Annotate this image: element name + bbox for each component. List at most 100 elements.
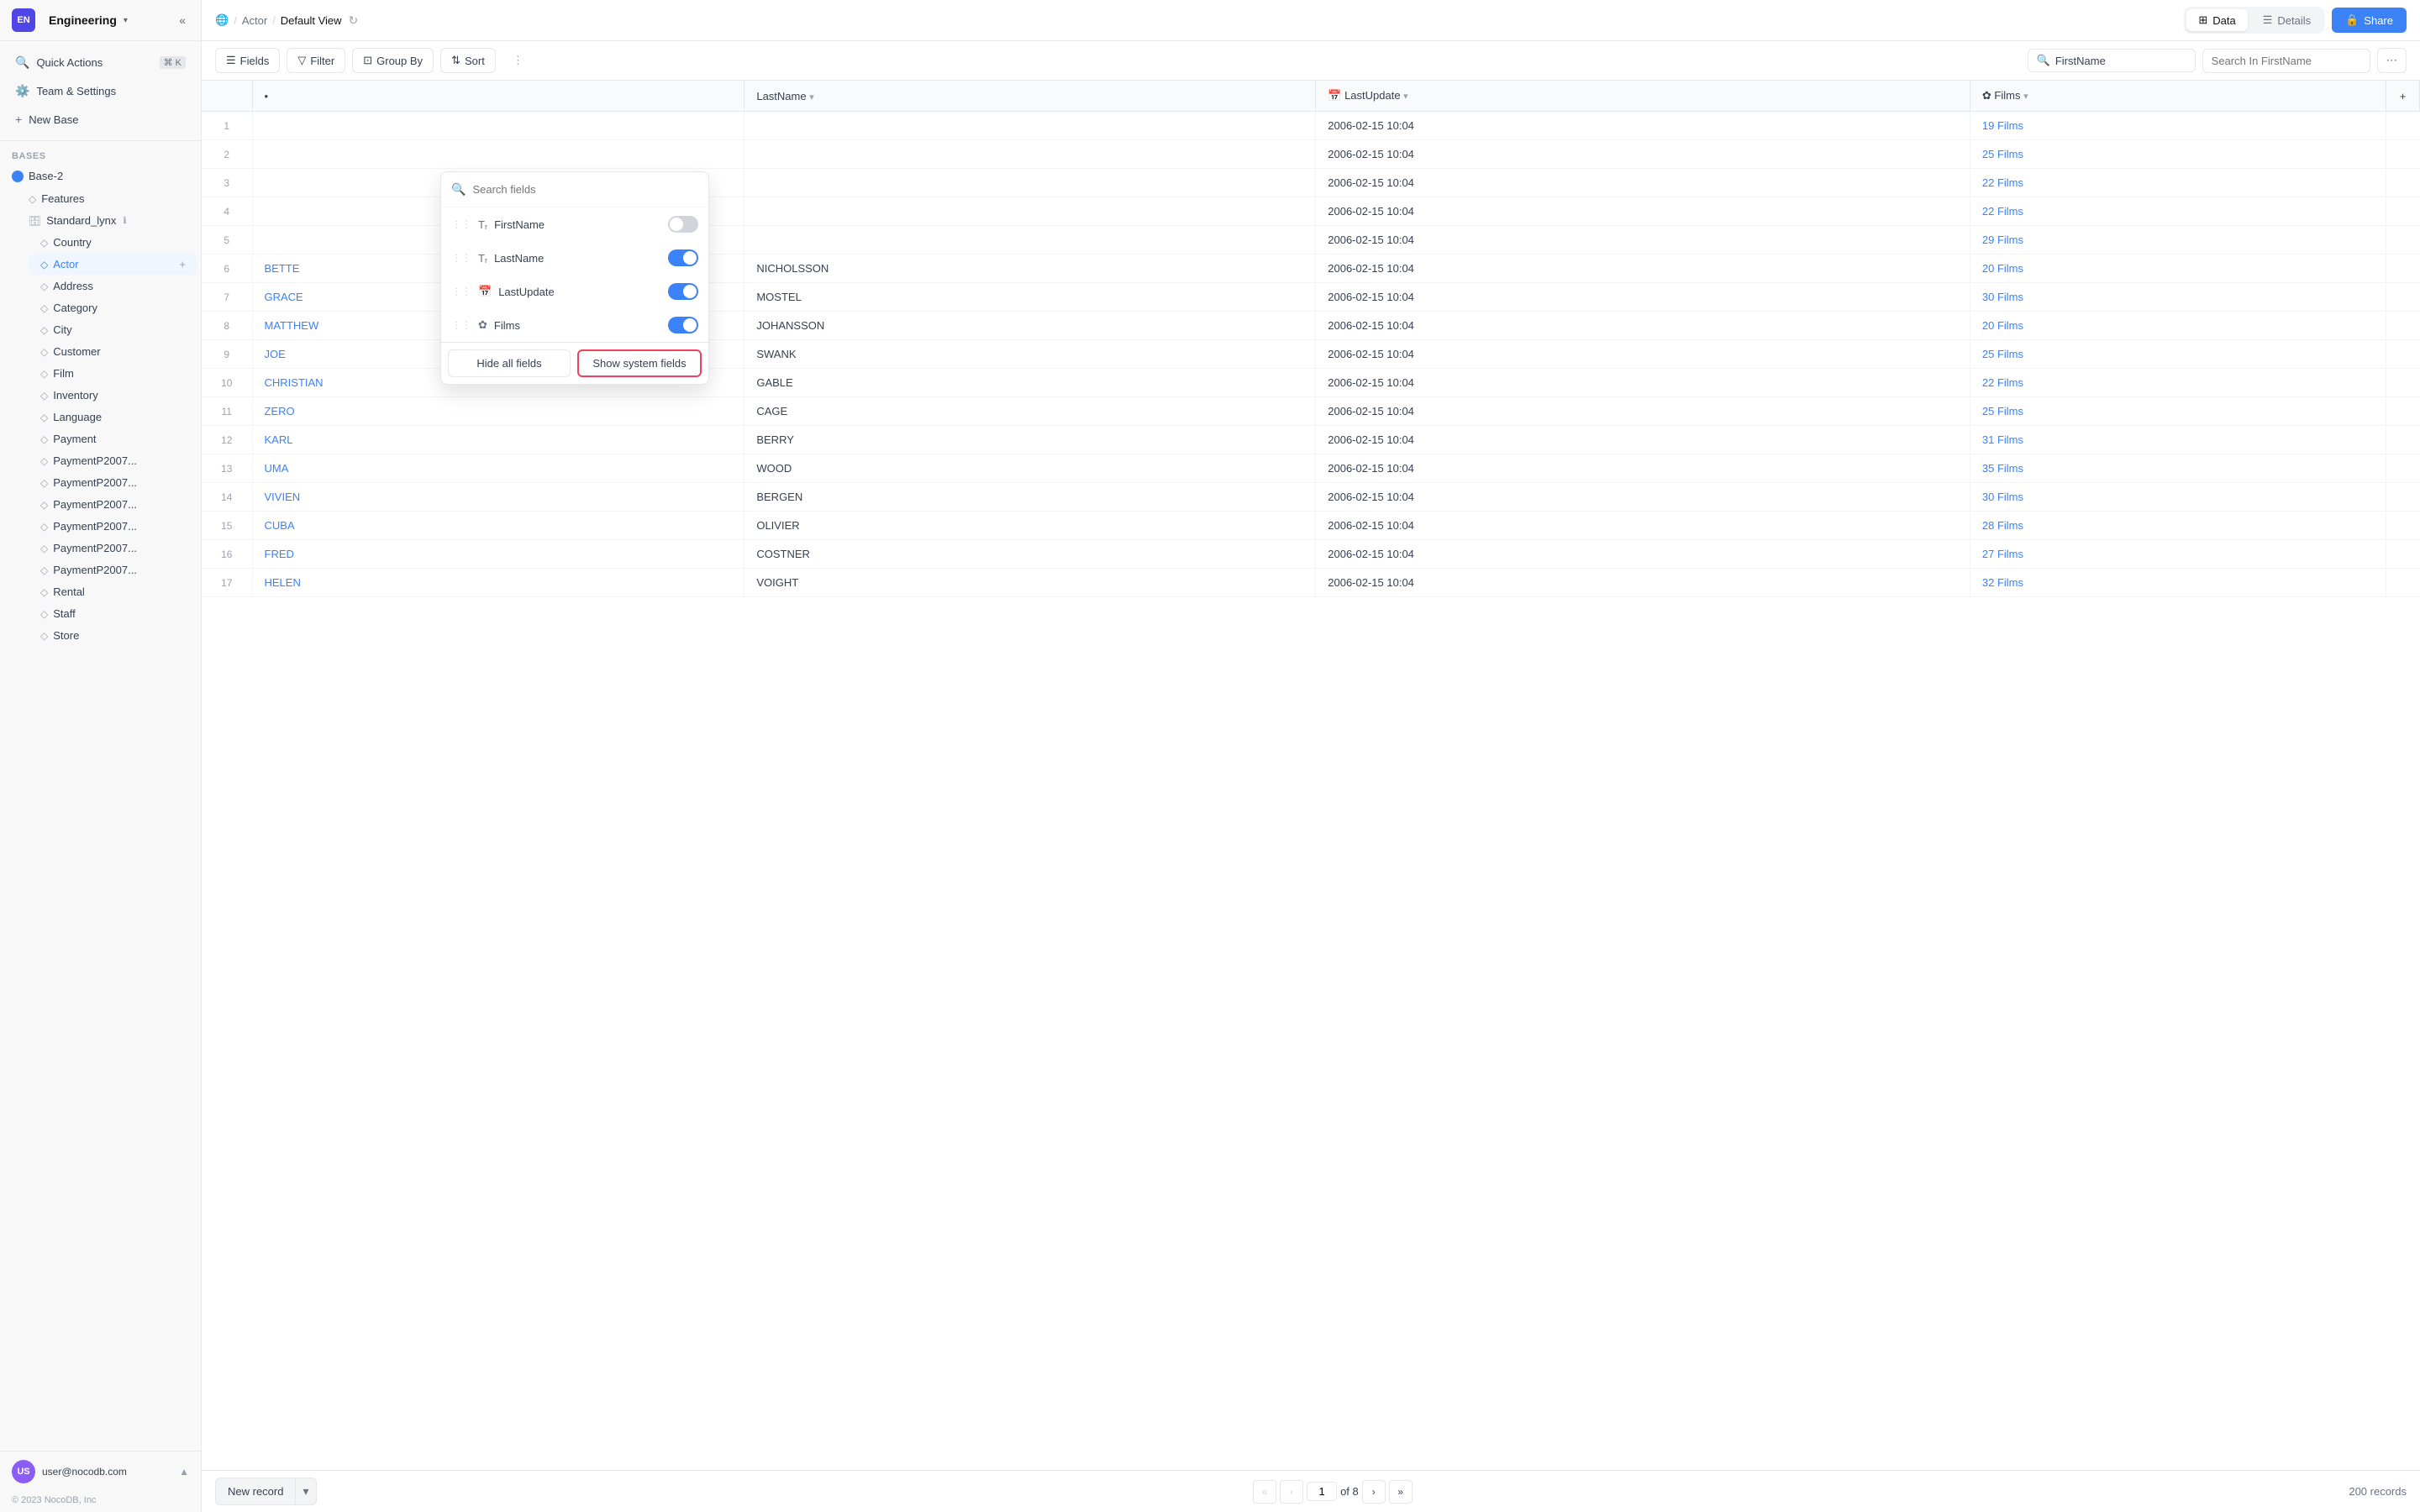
drag-handle-icon[interactable]: ⋮⋮ <box>451 319 471 331</box>
sidebar-item-new-base[interactable]: + New Base <box>3 106 197 133</box>
col-lastname[interactable]: LastName ▾ <box>744 81 1316 112</box>
cell-firstname[interactable]: UMA <box>252 454 744 483</box>
cell-films[interactable]: 25 Films <box>1970 140 2386 169</box>
cell-films[interactable]: 30 Films <box>1970 283 2386 312</box>
subtable-language[interactable]: ◇ Language <box>29 407 197 428</box>
subtable-country[interactable]: ◇ Country <box>29 232 197 253</box>
hide-all-fields-button[interactable]: Hide all fields <box>448 349 571 377</box>
subtable-city[interactable]: ◇ City <box>29 319 197 340</box>
show-system-fields-button[interactable]: Show system fields <box>577 349 702 377</box>
subtable-paymentp6[interactable]: ◇ PaymentP2007... <box>29 559 197 580</box>
subtable-payment[interactable]: ◇ Payment <box>29 428 197 449</box>
field-name: FirstName <box>494 218 661 231</box>
col-films[interactable]: ✿ Films ▾ <box>1970 81 2386 112</box>
subtable-inventory[interactable]: ◇ Inventory <box>29 385 197 406</box>
col-lastupdate[interactable]: 📅 LastUpdate ▾ <box>1316 81 1970 112</box>
table-header-row: • LastName ▾ 📅 LastUpdate ▾ ✿ Films ▾ <box>202 81 2420 112</box>
first-page-button[interactable]: « <box>1253 1480 1276 1504</box>
lastname-toggle[interactable] <box>668 249 698 266</box>
subtable-paymentp2[interactable]: ◇ PaymentP2007... <box>29 472 197 493</box>
sidebar-item-quick-actions[interactable]: 🔍 Quick Actions ⌘ K <box>3 49 197 76</box>
cell-films[interactable]: 20 Films <box>1970 255 2386 283</box>
options-button[interactable]: ⋯ <box>2377 48 2407 73</box>
cell-firstname[interactable] <box>252 140 744 169</box>
cell-firstname[interactable]: VIVIEN <box>252 483 744 512</box>
cell-films[interactable]: 20 Films <box>1970 312 2386 340</box>
fields-button[interactable]: ☰ Fields <box>215 48 280 73</box>
lastupdate-toggle[interactable] <box>668 283 698 300</box>
pagination: « ‹ of 8 › » <box>1253 1480 1413 1504</box>
cell-films[interactable]: 28 Films <box>1970 512 2386 540</box>
subtable-customer[interactable]: ◇ Customer <box>29 341 197 362</box>
cell-firstname[interactable]: FRED <box>252 540 744 569</box>
new-record-dropdown-icon[interactable]: ▾ <box>295 1478 315 1504</box>
cell-films[interactable]: 22 Films <box>1970 169 2386 197</box>
search-input[interactable] <box>2202 49 2370 73</box>
cell-films[interactable]: 27 Films <box>1970 540 2386 569</box>
cell-firstname[interactable]: HELEN <box>252 569 744 597</box>
subtable-category[interactable]: ◇ Category <box>29 297 197 318</box>
subtable-store[interactable]: ◇ Store <box>29 625 197 646</box>
table-item-standard-lynx[interactable]: 🗄 Standard_lynx ℹ <box>17 210 197 231</box>
last-page-button[interactable]: » <box>1389 1480 1413 1504</box>
sidebar-item-team-settings[interactable]: ⚙️ Team & Settings <box>3 77 197 105</box>
cell-firstname[interactable]: ZERO <box>252 397 744 426</box>
table-name: PaymentP2007... <box>53 542 137 554</box>
bottom-bar: New record ▾ « ‹ of 8 › » 200 records <box>202 1470 2420 1512</box>
tab-data-label: Data <box>2212 14 2235 27</box>
col-add[interactable]: + <box>2386 81 2420 112</box>
subtable-actor[interactable]: ◇ Actor + <box>29 254 197 275</box>
cell-films[interactable]: 25 Films <box>1970 397 2386 426</box>
subtable-paymentp5[interactable]: ◇ PaymentP2007... <box>29 538 197 559</box>
sort-button[interactable]: ⇅ Sort <box>440 48 496 73</box>
row-number: 12 <box>202 426 252 454</box>
cell-firstname[interactable]: KARL <box>252 426 744 454</box>
drag-handle-icon[interactable]: ⋮⋮ <box>451 218 471 230</box>
add-table-icon[interactable]: + <box>179 258 186 270</box>
tab-details[interactable]: ☰ Details <box>2251 9 2323 31</box>
cell-films[interactable]: 30 Films <box>1970 483 2386 512</box>
subtable-film[interactable]: ◇ Film <box>29 363 197 384</box>
page-number-input[interactable] <box>1307 1482 1337 1501</box>
cell-films[interactable]: 29 Films <box>1970 226 2386 255</box>
table-item-features[interactable]: ◇ Features <box>17 188 197 209</box>
base-item-base2[interactable]: Base-2 <box>0 165 201 187</box>
subtable-paymentp1[interactable]: ◇ PaymentP2007... <box>29 450 197 471</box>
cell-films[interactable]: 19 Films <box>1970 112 2386 140</box>
sidebar-collapse-button[interactable]: « <box>176 10 189 30</box>
new-record-button[interactable]: New record <box>216 1479 295 1504</box>
cell-films[interactable]: 25 Films <box>1970 340 2386 369</box>
copyright-text: © 2023 NocoDB, Inc <box>0 1492 201 1512</box>
subtable-address[interactable]: ◇ Address <box>29 276 197 297</box>
cell-firstname[interactable]: CUBA <box>252 512 744 540</box>
subtable-staff[interactable]: ◇ Staff <box>29 603 197 624</box>
refresh-icon[interactable]: ↻ <box>349 13 359 28</box>
workspace-selector[interactable]: EN Engineering ▾ <box>12 8 128 32</box>
sidebar-header: EN Engineering ▾ « <box>0 0 201 41</box>
cell-films[interactable]: 22 Films <box>1970 197 2386 226</box>
group-by-button[interactable]: ⊡ Group By <box>352 48 434 73</box>
next-page-button[interactable]: › <box>1362 1480 1386 1504</box>
cell-films[interactable]: 35 Films <box>1970 454 2386 483</box>
col-firstname: • <box>252 81 744 112</box>
filter-button[interactable]: ▽ Filter <box>287 48 345 73</box>
cell-lastname <box>744 112 1316 140</box>
subtable-paymentp4[interactable]: ◇ PaymentP2007... <box>29 516 197 537</box>
firstname-toggle[interactable] <box>668 216 698 233</box>
drag-handle-icon[interactable]: ⋮⋮ <box>451 252 471 264</box>
subtable-rental[interactable]: ◇ Rental <box>29 581 197 602</box>
more-toolbar-button[interactable]: ⋮ <box>502 49 534 72</box>
fields-search-input[interactable] <box>472 183 698 196</box>
tab-data[interactable]: ⊞ Data <box>2186 9 2247 31</box>
cell-films[interactable]: 31 Films <box>1970 426 2386 454</box>
drag-handle-icon[interactable]: ⋮⋮ <box>451 286 471 297</box>
share-button[interactable]: 🔒 Share <box>2332 8 2407 33</box>
subtable-paymentp3[interactable]: ◇ PaymentP2007... <box>29 494 197 515</box>
cell-films[interactable]: 22 Films <box>1970 369 2386 397</box>
cell-films[interactable]: 32 Films <box>1970 569 2386 597</box>
user-menu-chevron-icon[interactable]: ▲ <box>179 1466 189 1478</box>
films-toggle[interactable] <box>668 317 698 333</box>
prev-page-button[interactable]: ‹ <box>1280 1480 1303 1504</box>
cell-lastupdate: 2006-02-15 10:04 <box>1316 197 1970 226</box>
cell-firstname[interactable] <box>252 112 744 140</box>
